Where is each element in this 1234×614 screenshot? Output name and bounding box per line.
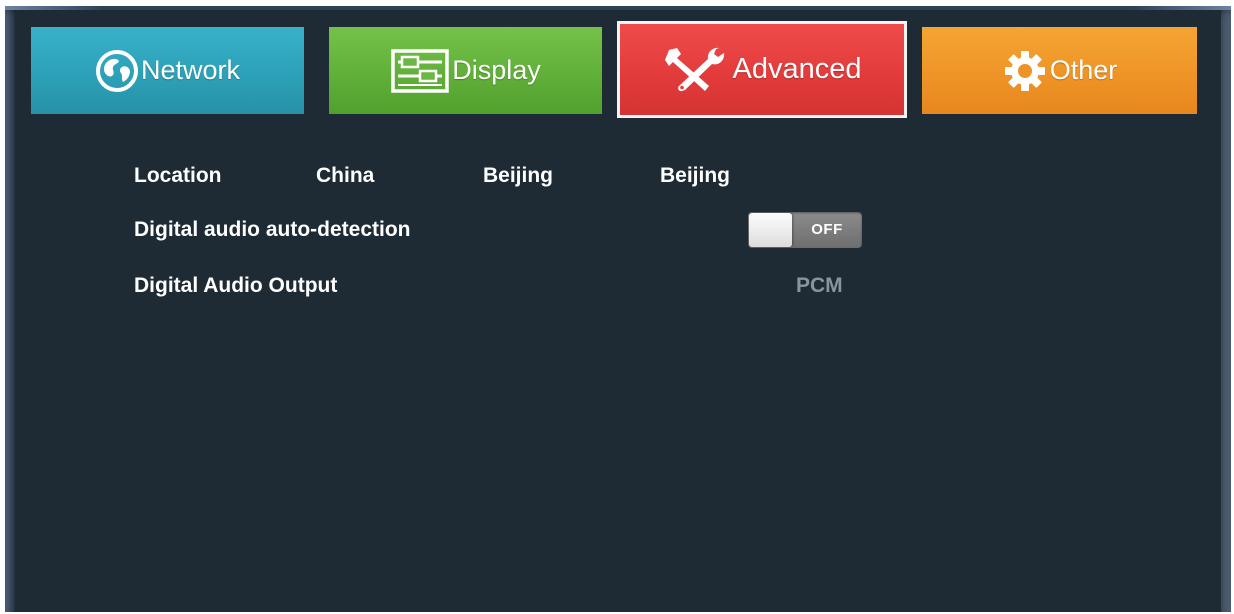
globe-icon: [95, 49, 139, 93]
toggle-knob: [749, 213, 792, 247]
display-settings-icon: [390, 48, 450, 94]
tab-display-label: Display: [452, 55, 541, 85]
tab-bar: Network Display Advanced Other: [27, 21, 1203, 118]
digital-audio-auto-detection-toggle[interactable]: OFF: [748, 212, 862, 248]
tab-display[interactable]: Display: [329, 27, 602, 114]
tab-advanced[interactable]: Advanced: [617, 21, 907, 118]
location-country[interactable]: China: [316, 164, 374, 188]
location-city[interactable]: Beijing: [660, 164, 730, 188]
digital-audio-output-label: Digital Audio Output: [134, 274, 338, 297]
tools-icon: [663, 44, 731, 96]
tab-advanced-label: Advanced: [732, 53, 862, 85]
gear-icon: [1002, 48, 1048, 94]
location-province[interactable]: Beijing: [483, 164, 553, 188]
digital-audio-auto-detection-label: Digital audio auto-detection: [134, 218, 411, 241]
tab-other-label: Other: [1049, 55, 1118, 85]
tab-other[interactable]: Other: [922, 27, 1197, 114]
toggle-state-text: OFF: [811, 221, 843, 238]
tab-network[interactable]: Network: [31, 27, 304, 114]
tab-network-label: Network: [140, 55, 241, 85]
location-label: Location: [134, 164, 222, 187]
digital-audio-output-value[interactable]: PCM: [796, 274, 843, 298]
